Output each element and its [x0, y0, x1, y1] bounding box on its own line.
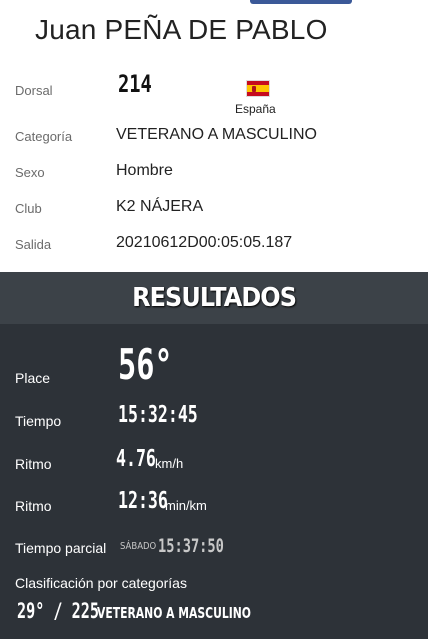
tiempo-parcial-value: 15:37:50	[158, 535, 224, 557]
club-value: K2 NÁJERA	[116, 198, 204, 215]
results-title: RESULTADOS	[132, 283, 297, 313]
ritmo-pace-value: 12:36	[118, 488, 168, 514]
sexo-label: Sexo	[15, 165, 45, 180]
clasificacion-rank: 29° / 225	[17, 599, 99, 623]
tiempo-label: Tiempo	[15, 413, 62, 429]
place-value: 56°	[118, 340, 173, 389]
sexo-value: Hombre	[116, 162, 173, 179]
tiempo-parcial-day: SÁBADO	[120, 541, 157, 552]
salida-label: Salida	[15, 237, 52, 252]
place-label: Place	[15, 370, 51, 386]
ritmo-speed-unit: km/h	[155, 456, 184, 471]
athlete-name: Juan PEÑA DE PABLO	[35, 14, 328, 45]
results-header: RESULTADOS	[0, 272, 428, 324]
country-label: España	[235, 102, 276, 116]
dorsal-label: Dorsal	[15, 83, 53, 98]
club-label: Club	[15, 201, 42, 216]
dorsal-value: 214	[118, 70, 152, 98]
clasificacion-category: VETERANO A MASCULINO	[97, 604, 251, 622]
tiempo-value: 15:32:45	[118, 402, 198, 428]
spain-flag-icon	[246, 80, 270, 97]
top-tab-button[interactable]	[250, 0, 352, 4]
categoria-value: VETERANO A MASCULINO	[116, 126, 317, 143]
categoria-label: Categoría	[15, 129, 73, 144]
ritmo-speed-label: Ritmo	[15, 456, 52, 472]
ritmo-pace-label: Ritmo	[15, 498, 52, 514]
tiempo-parcial-label: Tiempo parcial	[15, 540, 107, 556]
salida-value: 20210612D00:05:05.187	[116, 234, 293, 251]
ritmo-speed-value: 4.76	[116, 446, 156, 472]
clasificacion-label: Clasificación por categorías	[15, 575, 187, 591]
results-panel	[0, 324, 428, 639]
ritmo-pace-unit: min/km	[165, 498, 207, 513]
